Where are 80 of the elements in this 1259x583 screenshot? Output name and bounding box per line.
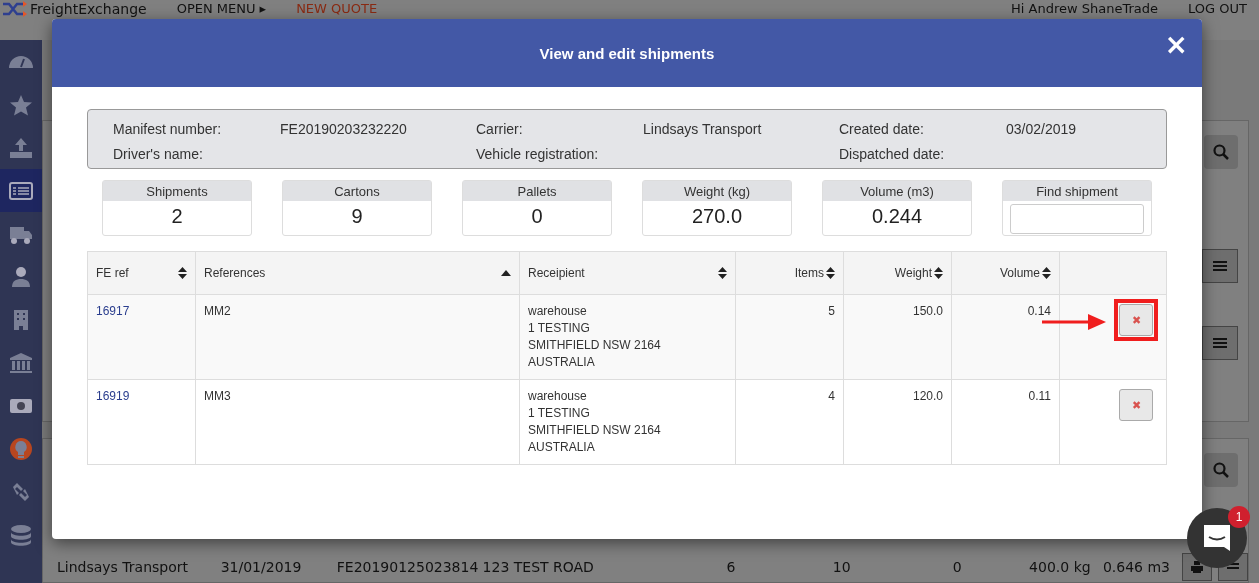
table-cell: 0.11: [1028, 389, 1051, 403]
address-line: AUSTRALIA: [528, 439, 596, 456]
table-cell-text: 10: [831, 559, 851, 575]
menu-button[interactable]: [1202, 249, 1238, 283]
field-value: 03/02/2019: [1006, 121, 1078, 139]
address-line: SMITHFIELD NSW 2164: [528, 337, 662, 354]
address-line: warehouse: [528, 388, 588, 405]
sort-icon: [934, 267, 943, 279]
table-cell-text: 123 TEST ROAD: [482, 559, 595, 575]
table-cell-text: 31/01/2019: [220, 559, 303, 575]
bank-icon: [9, 351, 33, 374]
stat-value: 9: [351, 204, 363, 228]
open-menu-link[interactable]: OPEN MENU ▸: [176, 1, 267, 17]
field-value: Lindsays Transport: [643, 121, 763, 139]
field-label: Carrier:: [476, 121, 524, 139]
search-icon: [1213, 462, 1229, 478]
stat-value: 270.0: [691, 204, 743, 228]
menu-icon: [1227, 562, 1239, 572]
list-icon: [9, 179, 33, 202]
sort-icon: [718, 267, 727, 279]
printer-icon: [1191, 561, 1203, 573]
sort-icon: [178, 267, 187, 279]
table-cell: 120.0: [912, 389, 943, 403]
table-cell: MM3: [204, 389, 231, 403]
table-cell: MM2: [204, 304, 231, 318]
star-icon: [9, 93, 33, 116]
user-icon: [9, 265, 33, 288]
stat-value: 0: [531, 204, 543, 228]
sort-ascending-icon: [501, 270, 511, 276]
field-label: Manifest number:: [113, 121, 223, 139]
field-label: Driver's name:: [113, 146, 204, 164]
stat-label: Cartons: [283, 181, 431, 201]
find-shipment-field[interactable]: [1010, 204, 1144, 234]
database-icon: [9, 523, 33, 546]
table-cell: 4: [828, 389, 835, 403]
stat-label: Shipments: [103, 181, 251, 201]
stat-label: Volume (m3): [823, 181, 971, 201]
address-line: SMITHFIELD NSW 2164: [528, 422, 662, 439]
stat-label: Pallets: [463, 181, 611, 201]
table-cell-text: 0: [951, 559, 962, 575]
modal-title: View and edit shipments: [539, 44, 715, 62]
table-cell: 150.0: [912, 304, 943, 318]
field-label: Vehicle registration:: [476, 146, 600, 164]
address-line: warehouse: [528, 303, 588, 320]
greeting-text: Hi Andrew ShaneTrade: [1011, 1, 1159, 17]
field-label: Dispatched date:: [839, 146, 946, 164]
table-cell-text: 0.646 m3: [1101, 559, 1170, 575]
stat-value: 0.244: [871, 204, 923, 228]
sort-icon: [826, 267, 835, 279]
table-cell-text: Lindsays Transport: [57, 559, 190, 575]
field-value: FE20190203232220: [280, 121, 408, 139]
close-button[interactable]: ×: [1164, 31, 1188, 59]
menu-icon: [1213, 337, 1227, 349]
logo-text[interactable]: FreightExchange: [30, 1, 147, 17]
stat-value: 2: [171, 204, 183, 228]
menu-icon: [1213, 260, 1227, 272]
address-line: AUSTRALIA: [528, 354, 596, 371]
stat-label: Find shipment: [1003, 181, 1151, 201]
shipment-link[interactable]: 16917: [96, 304, 130, 318]
logout-link[interactable]: LOG OUT: [1188, 1, 1247, 17]
chat-bubble-icon: [1202, 523, 1232, 553]
shipment-link[interactable]: 16919: [96, 389, 130, 403]
search-button[interactable]: [1204, 453, 1238, 487]
sidebar-item[interactable]: [0, 169, 42, 212]
search-button[interactable]: [1204, 135, 1238, 169]
shuffle-icon: [2, 1, 28, 17]
field-label: Created date:: [839, 121, 925, 139]
table-cell: 5: [828, 304, 835, 318]
table-cell-text: FE20190125023814: [336, 559, 480, 575]
address-line: 1 TESTING: [528, 405, 591, 422]
address-line: 1 TESTING: [528, 320, 591, 337]
menu-button[interactable]: [1202, 326, 1238, 360]
table-cell-text: 400.0 kg: [1028, 559, 1091, 575]
table-cell: 0.14: [1027, 304, 1051, 318]
upload-icon: [9, 136, 33, 159]
sort-icon: [1042, 267, 1051, 279]
table-cell-text: 6: [725, 559, 736, 575]
gauge-icon: [9, 55, 33, 68]
search-icon: [1213, 144, 1229, 160]
stat-label: Weight (kg): [643, 181, 791, 201]
